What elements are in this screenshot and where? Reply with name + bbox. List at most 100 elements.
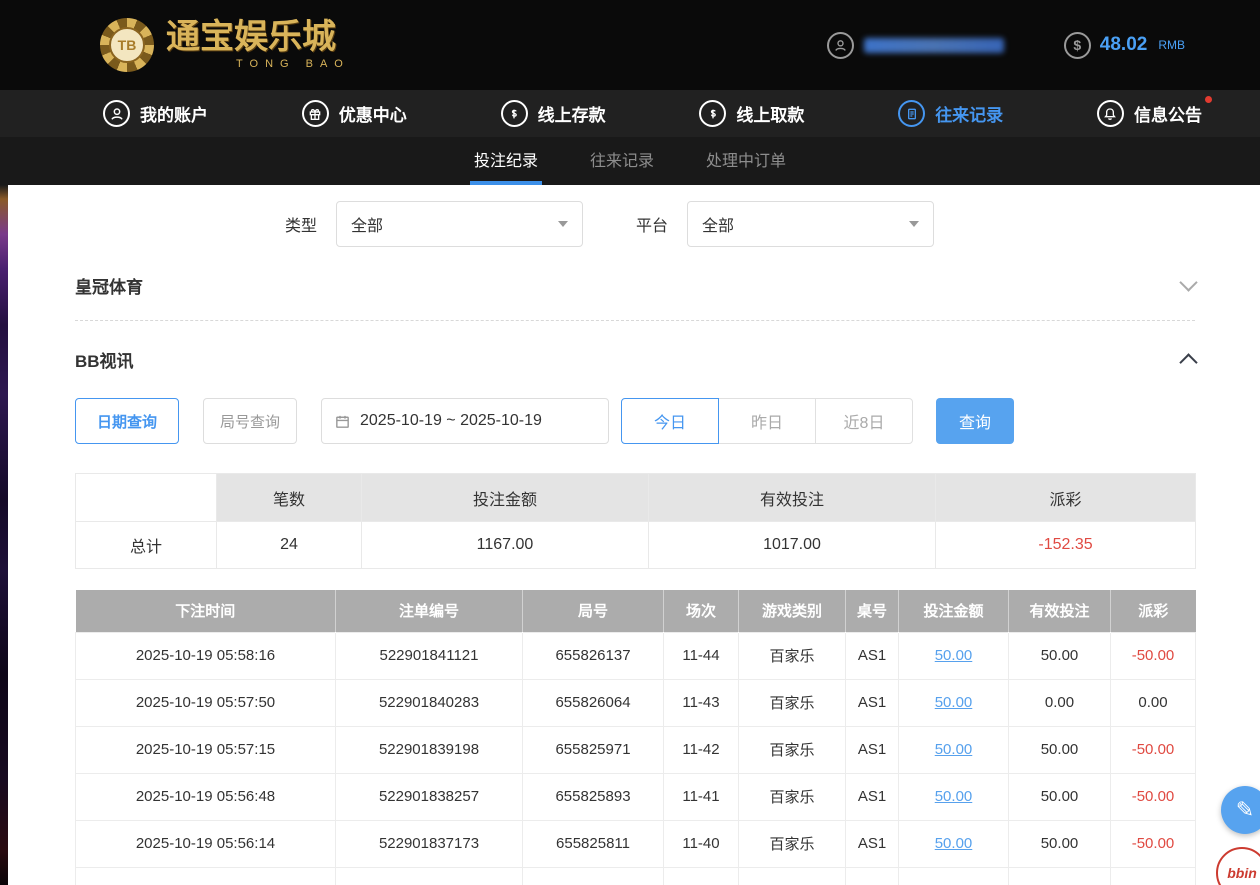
cell-round: 655825971 bbox=[523, 726, 664, 773]
balance-currency: RMB bbox=[1158, 38, 1185, 52]
col-session: 场次 bbox=[664, 590, 739, 632]
date-query-button[interactable]: 日期查询 bbox=[75, 398, 179, 444]
col-bet-time: 下注时间 bbox=[76, 590, 336, 632]
tab-transaction-records[interactable]: 往来记录 bbox=[586, 137, 658, 185]
cell-session: 11-42 bbox=[664, 726, 739, 773]
cell-payout: 0.00 bbox=[1111, 679, 1196, 726]
table-row: 2025-10-19 05:57:50 522901840283 6558260… bbox=[76, 679, 1196, 726]
nav-item-withdraw[interactable]: 线上取款 bbox=[699, 100, 804, 127]
header-right: $ 48.02 RMB bbox=[827, 32, 1185, 59]
cell-round: 655825811 bbox=[523, 820, 664, 867]
cell-table: AS1 bbox=[846, 773, 899, 820]
balance-area: $ 48.02 RMB bbox=[1064, 32, 1185, 59]
calendar-icon bbox=[334, 413, 351, 430]
summary-header-bet: 投注金额 bbox=[362, 474, 649, 522]
col-payout: 派彩 bbox=[1111, 590, 1196, 632]
bet-amount-link[interactable]: 50.00 bbox=[935, 647, 973, 664]
nav-label: 线上取款 bbox=[736, 101, 804, 126]
tab-label: 往来记录 bbox=[590, 147, 654, 171]
today-button[interactable]: 今日 bbox=[621, 398, 719, 444]
chevron-down-icon[interactable] bbox=[1179, 273, 1197, 291]
cell-payout: -50.00 bbox=[1111, 773, 1196, 820]
last-8-days-button[interactable]: 近8日 bbox=[815, 398, 913, 444]
chevron-up-icon[interactable] bbox=[1179, 353, 1197, 371]
cell-bet-id: 522901837173 bbox=[336, 820, 523, 867]
chevron-down-icon bbox=[909, 221, 919, 227]
nav-label: 线上存款 bbox=[538, 101, 606, 126]
cell-table: AS1 bbox=[846, 820, 899, 867]
bell-icon bbox=[1097, 100, 1124, 127]
cell-table: AS1 bbox=[846, 679, 899, 726]
brand-latin: TONG BAO bbox=[166, 59, 350, 70]
filter-row: 类型 全部 平台 全部 bbox=[0, 185, 1260, 247]
table-row: 2025-10-19 05:56:14 522901837173 6558258… bbox=[76, 820, 1196, 867]
user-account-area[interactable] bbox=[827, 32, 1004, 59]
cell-session: 11-40 bbox=[664, 820, 739, 867]
date-range-input[interactable]: 2025-10-19 ~ 2025-10-19 bbox=[321, 398, 609, 444]
summary-header-count: 笔数 bbox=[217, 474, 362, 522]
bet-amount-link[interactable]: 50.00 bbox=[935, 741, 973, 758]
nav-item-records[interactable]: 往来记录 bbox=[898, 100, 1003, 127]
dollar-coin-icon: $ bbox=[1064, 32, 1091, 59]
brand-name: 通宝娱乐城 bbox=[166, 21, 350, 55]
summary-header-row: 笔数 投注金额 有效投注 派彩 bbox=[76, 474, 1196, 522]
cell-time: 2025-10-19 05:58:16 bbox=[76, 632, 336, 679]
chip-monogram: TB bbox=[109, 27, 145, 63]
summary-header-payout: 派彩 bbox=[936, 474, 1196, 522]
background-edge-strip bbox=[0, 185, 8, 885]
cell-bet-id: 522901839198 bbox=[336, 726, 523, 773]
nav-label: 往来记录 bbox=[935, 101, 1003, 126]
col-bet-amount: 投注金额 bbox=[899, 590, 1009, 632]
brand-logo[interactable]: TB 通宝娱乐城 TONG BAO bbox=[100, 18, 350, 72]
col-table: 桌号 bbox=[846, 590, 899, 632]
bet-amount-link[interactable]: 50.00 bbox=[935, 835, 973, 852]
cell-time: 2025-10-19 05:57:50 bbox=[76, 679, 336, 726]
round-query-button[interactable]: 局号查询 bbox=[203, 398, 297, 444]
type-select-value: 全部 bbox=[351, 212, 383, 236]
brand-text: 通宝娱乐城 TONG BAO bbox=[166, 21, 350, 70]
table-row: 2025-10-19 05:56:48 522901838257 6558258… bbox=[76, 773, 1196, 820]
yesterday-button[interactable]: 昨日 bbox=[718, 398, 816, 444]
notification-dot bbox=[1205, 96, 1212, 103]
cell-valid: 0.00 bbox=[1009, 679, 1111, 726]
search-button[interactable]: 查询 bbox=[936, 398, 1014, 444]
nav-item-promotions[interactable]: 优惠中心 bbox=[302, 100, 407, 127]
cell-valid: 50.00 bbox=[1009, 773, 1111, 820]
type-select[interactable]: 全部 bbox=[336, 201, 583, 247]
main-nav: 我的账户 优惠中心 线上存款 线上取款 bbox=[0, 90, 1260, 137]
summary-valid: 1017.00 bbox=[649, 522, 936, 569]
tab-bet-records[interactable]: 投注纪录 bbox=[470, 137, 542, 185]
poker-chip-icon: TB bbox=[100, 18, 154, 72]
tab-label: 处理中订单 bbox=[706, 147, 786, 171]
cell-time: 2025-10-19 05:56:48 bbox=[76, 773, 336, 820]
table-row bbox=[76, 867, 1196, 885]
bet-amount-link[interactable]: 50.00 bbox=[935, 694, 973, 711]
nav-item-my-account[interactable]: 我的账户 bbox=[103, 100, 208, 127]
summary-header-valid: 有效投注 bbox=[649, 474, 936, 522]
platform-select[interactable]: 全部 bbox=[687, 201, 934, 247]
cell-round: 655825893 bbox=[523, 773, 664, 820]
section-crown-sports[interactable]: 皇冠体育 bbox=[75, 273, 1195, 298]
summary-count: 24 bbox=[217, 522, 362, 569]
table-row: 2025-10-19 05:57:15 522901839198 6558259… bbox=[76, 726, 1196, 773]
nav-item-announcements[interactable]: 信息公告 bbox=[1097, 100, 1202, 127]
summary-payout: -152.35 bbox=[936, 522, 1196, 569]
section-divider bbox=[75, 320, 1195, 321]
cell-payout: -50.00 bbox=[1111, 726, 1196, 773]
cell-game: 百家乐 bbox=[739, 773, 846, 820]
bet-amount-link[interactable]: 50.00 bbox=[935, 788, 973, 805]
type-filter-label: 类型 bbox=[285, 212, 317, 236]
receipt-icon bbox=[898, 100, 925, 127]
col-bet-id: 注单编号 bbox=[336, 590, 523, 632]
cell-table: AS1 bbox=[846, 726, 899, 773]
cell-round: 655826137 bbox=[523, 632, 664, 679]
tab-processing-orders[interactable]: 处理中订单 bbox=[702, 137, 790, 185]
section-bb-video[interactable]: BB视讯 bbox=[75, 347, 1195, 372]
username-redacted[interactable] bbox=[864, 38, 1004, 53]
deposit-coin-icon bbox=[501, 100, 528, 127]
sub-nav: 投注纪录 往来记录 处理中订单 bbox=[0, 137, 1260, 185]
nav-label: 优惠中心 bbox=[339, 101, 407, 126]
nav-item-deposit[interactable]: 线上存款 bbox=[501, 100, 606, 127]
col-game-type: 游戏类别 bbox=[739, 590, 846, 632]
balance-amount: 48.02 bbox=[1100, 34, 1148, 56]
